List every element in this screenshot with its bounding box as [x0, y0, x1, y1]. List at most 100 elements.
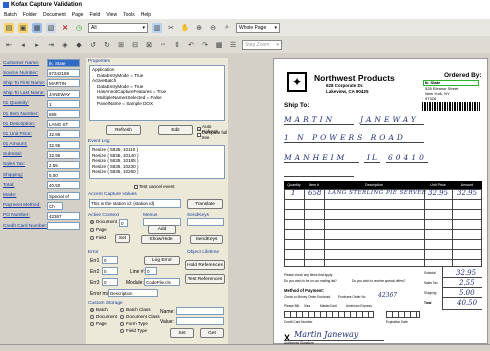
context-document-input[interactable]: 0	[119, 219, 128, 227]
storage-name-input[interactable]	[176, 307, 224, 315]
context-document-radio[interactable]: Document	[90, 219, 117, 224]
amount-field[interactable]: 32.95	[47, 140, 80, 149]
menu-document[interactable]: Document	[43, 12, 66, 18]
storage-value-input[interactable]	[176, 317, 224, 325]
field-row: Sales Tax: 2.55	[3, 160, 83, 170]
undo-icon[interactable]: ↶	[186, 40, 196, 50]
storage-document-radio[interactable]: Document	[90, 314, 117, 319]
made-field[interactable]: Special of	[47, 191, 80, 200]
grid-icon[interactable]: ▩	[214, 40, 224, 50]
zoom-in-icon[interactable]: ⊕	[194, 23, 204, 33]
magnifier-icon[interactable]: ⌕	[222, 23, 232, 33]
zoom-out-icon[interactable]: ✂	[166, 23, 176, 33]
customer-name-field[interactable]: Ik. State	[47, 59, 80, 68]
hand-icon[interactable]: ✋	[180, 23, 190, 33]
menu-field[interactable]: Field	[89, 12, 100, 18]
translate-button[interactable]: Translate	[187, 199, 223, 209]
source-number-field[interactable]: 67342189	[47, 69, 80, 78]
close-icon[interactable]: ✕	[60, 23, 70, 33]
edit-button[interactable]: Edit	[158, 125, 193, 135]
description-field[interactable]: LANG ST	[47, 120, 80, 129]
context-set-button[interactable]: Set	[115, 234, 130, 243]
storage-batch-class-radio[interactable]: Batch Class	[120, 307, 151, 312]
menu-folder[interactable]: Folder	[23, 12, 37, 18]
payment-method-select[interactable]: Ch	[47, 201, 63, 210]
menu-tools[interactable]: Tools	[123, 12, 135, 18]
total-field[interactable]: 40.50	[47, 181, 80, 190]
po-number-field[interactable]: 42367	[47, 211, 80, 220]
test-references-button[interactable]: Test References	[185, 274, 225, 284]
storage-page-radio[interactable]: Page	[90, 321, 107, 326]
ship-to-heading: Ship To:	[284, 102, 310, 109]
storage-batch-radio[interactable]: Batch	[90, 307, 108, 312]
item-number-field[interactable]: 658	[47, 110, 80, 119]
last-page-icon[interactable]: ⇥	[46, 40, 56, 50]
company-logo: ✦	[287, 72, 307, 92]
first-page-icon[interactable]: ⇤	[4, 40, 14, 50]
storage-document-class-radio[interactable]: Document Class	[120, 314, 160, 319]
menu-batch[interactable]: Batch	[4, 12, 17, 18]
open-batch-icon[interactable]: ▤	[4, 22, 14, 33]
ship-first-name-field[interactable]: MARTIN	[47, 79, 80, 88]
radio-label: Document	[96, 314, 117, 319]
credit-card-field[interactable]	[47, 222, 80, 231]
menu-help[interactable]: Help	[141, 12, 151, 18]
fit-width-icon[interactable]: ⇔	[158, 40, 168, 50]
event-log-list[interactable]: Resize ( 5835, 10110 ) Resize ( 5835, 10…	[89, 145, 225, 179]
delete-page-icon[interactable]: ⊠	[144, 40, 154, 50]
sendkeys-input[interactable]	[187, 218, 224, 226]
prev-doc-icon[interactable]: ◈	[60, 40, 70, 50]
log-error-button[interactable]: Log Error	[144, 256, 180, 265]
clock-icon[interactable]: ◷	[74, 23, 84, 33]
fit-height-icon[interactable]: ⇕	[172, 40, 182, 50]
next-doc-icon[interactable]: ◆	[74, 40, 84, 50]
storage-get-button[interactable]: Get	[200, 328, 224, 338]
ship-last-name-field[interactable]: JANEWAY	[47, 89, 80, 98]
rotate-left-icon[interactable]: ↺	[88, 40, 98, 50]
menu-view[interactable]: View	[106, 12, 117, 18]
split-icon[interactable]: ⊞	[116, 40, 126, 50]
module-input[interactable]: CodeFile.cls	[144, 278, 180, 286]
properties-tree[interactable]: Application DataEntryMode = True ActiveB…	[89, 65, 225, 121]
storage-form-type-radio[interactable]: Form Type	[120, 321, 148, 326]
add-menu-button[interactable]: Add	[148, 225, 176, 234]
step-zoom-combo[interactable]: Step Zoom ▾	[242, 39, 282, 50]
quantity-field[interactable]: 1	[47, 99, 80, 108]
shipping-field[interactable]: 5.00	[47, 171, 80, 180]
save-icon[interactable]: ▦	[32, 22, 42, 33]
sales-tax-field[interactable]: 2.55	[47, 160, 80, 169]
line-number-input[interactable]: 0	[145, 267, 157, 275]
merge-icon[interactable]: ⊟	[130, 40, 140, 50]
hold-references-button[interactable]: Hold References	[185, 260, 225, 270]
menu-page[interactable]: Page	[72, 12, 84, 18]
page-icon[interactable]: ▥	[152, 22, 162, 33]
field-panel: Customer Name: Ik. State Source Number: 67…	[3, 58, 83, 231]
context-page-radio[interactable]: Page	[90, 227, 107, 232]
show-hide-button[interactable]: Show/Hide	[141, 235, 181, 244]
err1-input[interactable]: 0	[102, 256, 118, 264]
zoom-combo[interactable]: Whole Page ▾	[236, 22, 280, 33]
next-page-icon[interactable]: ▸	[32, 40, 42, 50]
rotate-right-icon[interactable]: ↻	[102, 40, 112, 50]
subtotal-field[interactable]: 32.95	[47, 150, 80, 159]
list-icon[interactable]: ☰	[228, 40, 238, 50]
redo-icon[interactable]: ↷	[200, 40, 210, 50]
error-msg-input[interactable]: Description	[108, 289, 158, 297]
storage-set-button[interactable]: Set	[170, 328, 194, 338]
prev-page-icon[interactable]: ◂	[18, 40, 28, 50]
err2-input[interactable]: 0	[102, 267, 118, 275]
compute-full-tree-checkbox[interactable]: Compute full tree	[197, 130, 228, 140]
document-image-viewer[interactable]: ✦ Northwest Products 628 Corporate Dr. L…	[273, 58, 488, 345]
folder-icon[interactable]: ▣	[18, 22, 28, 33]
refresh-button[interactable]: Refresh	[106, 125, 141, 135]
document-icon[interactable]: ▧	[46, 22, 56, 33]
context-field-radio[interactable]: Field	[90, 235, 106, 240]
test-cancel-checkbox[interactable]: Test cancel event	[134, 184, 175, 189]
zoom-minus-icon[interactable]: ⊖	[208, 23, 218, 33]
storage-field-type-radio[interactable]: Field Type	[120, 328, 147, 333]
unit-price-field[interactable]: 32.95	[47, 130, 80, 139]
sendkeys-button[interactable]: SendKeys	[190, 235, 223, 244]
station-id-input[interactable]: This is the station id: {station id}	[89, 199, 181, 208]
err3-input[interactable]: 0	[102, 278, 118, 286]
filter-combo[interactable]: All ▾	[88, 22, 148, 33]
